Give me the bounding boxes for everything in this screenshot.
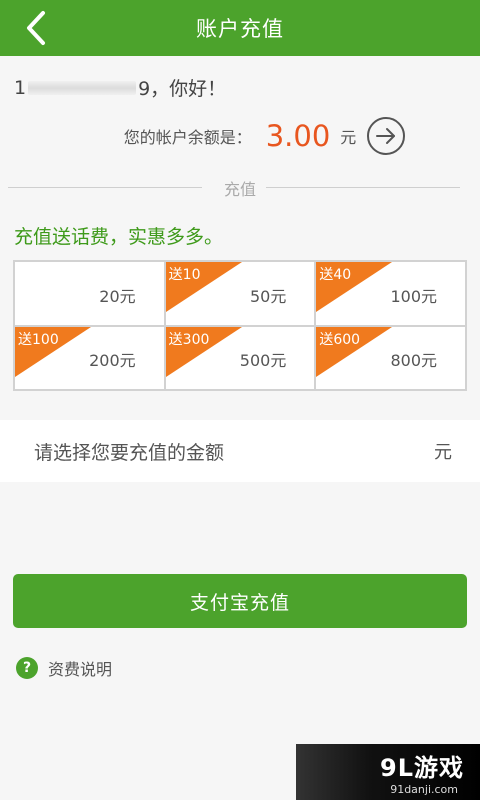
option-bonus: 送100 xyxy=(18,331,59,348)
balance-value: 3.00 xyxy=(265,119,331,153)
greeting: 1 9，你好！ xyxy=(14,74,226,101)
option-bonus: 送40 xyxy=(319,267,352,283)
balance-row: 您的帐户余额是： 3.00 元 xyxy=(0,114,480,158)
greeting-prefix: 1 xyxy=(14,76,27,99)
fee-info-link[interactable]: ? 资费说明 xyxy=(16,656,112,680)
amount-option[interactable]: 20元 xyxy=(15,262,164,325)
app-header: 账户充值 xyxy=(0,0,480,56)
option-amount: 20元 xyxy=(99,286,136,306)
amount-option[interactable]: 送10 50元 xyxy=(165,262,315,325)
chevron-left-icon xyxy=(27,11,45,45)
option-bonus: 送300 xyxy=(168,331,210,348)
option-amount: 50元 xyxy=(249,286,287,306)
alipay-recharge-label: 支付宝充值 xyxy=(189,591,290,614)
alipay-recharge-button[interactable]: 支付宝充值 xyxy=(13,574,467,628)
amount-option[interactable]: 送600 800元 xyxy=(316,326,465,389)
amount-option[interactable]: 送300 500元 xyxy=(165,326,315,389)
amount-input-placeholder: 请选择您要充值的金额 xyxy=(34,441,225,464)
section-label-recharge: 充值 xyxy=(223,180,256,199)
site-watermark: 9L游戏 91danji.com xyxy=(296,744,480,800)
amount-options-grid: 20元 送10 50元 送40 100元 送100 200元 送300 500元… xyxy=(13,260,467,391)
fee-info-label: 资费说明 xyxy=(48,660,113,679)
option-amount: 500元 xyxy=(239,351,287,370)
watermark-url: 91danji.com xyxy=(390,783,458,796)
amount-input-field[interactable]: 请选择您要充值的金额 元 xyxy=(0,420,480,482)
watermark-logo-text: 9L游戏 xyxy=(380,754,464,782)
arrow-right-circle-icon[interactable] xyxy=(366,116,406,156)
amount-option[interactable]: 送100 200元 xyxy=(15,326,164,389)
balance-unit: 元 xyxy=(340,128,357,147)
option-bonus: 送10 xyxy=(168,267,201,283)
divider-right xyxy=(266,187,460,188)
masked-account-number xyxy=(28,80,137,95)
option-amount: 100元 xyxy=(390,286,437,306)
page-title: 账户充值 xyxy=(196,17,284,41)
help-icon: ? xyxy=(16,657,38,679)
amount-input-unit: 元 xyxy=(434,442,452,463)
option-bonus: 送600 xyxy=(319,331,361,348)
back-button[interactable] xyxy=(18,8,54,48)
option-amount: 800元 xyxy=(390,351,437,370)
promo-text: 充值送话费，实惠多多。 xyxy=(14,226,224,248)
option-amount: 200元 xyxy=(89,351,136,370)
amount-option[interactable]: 送40 100元 xyxy=(316,262,465,325)
greeting-suffix: 9，你好！ xyxy=(138,78,227,100)
balance-label: 您的帐户余额是： xyxy=(123,128,252,147)
